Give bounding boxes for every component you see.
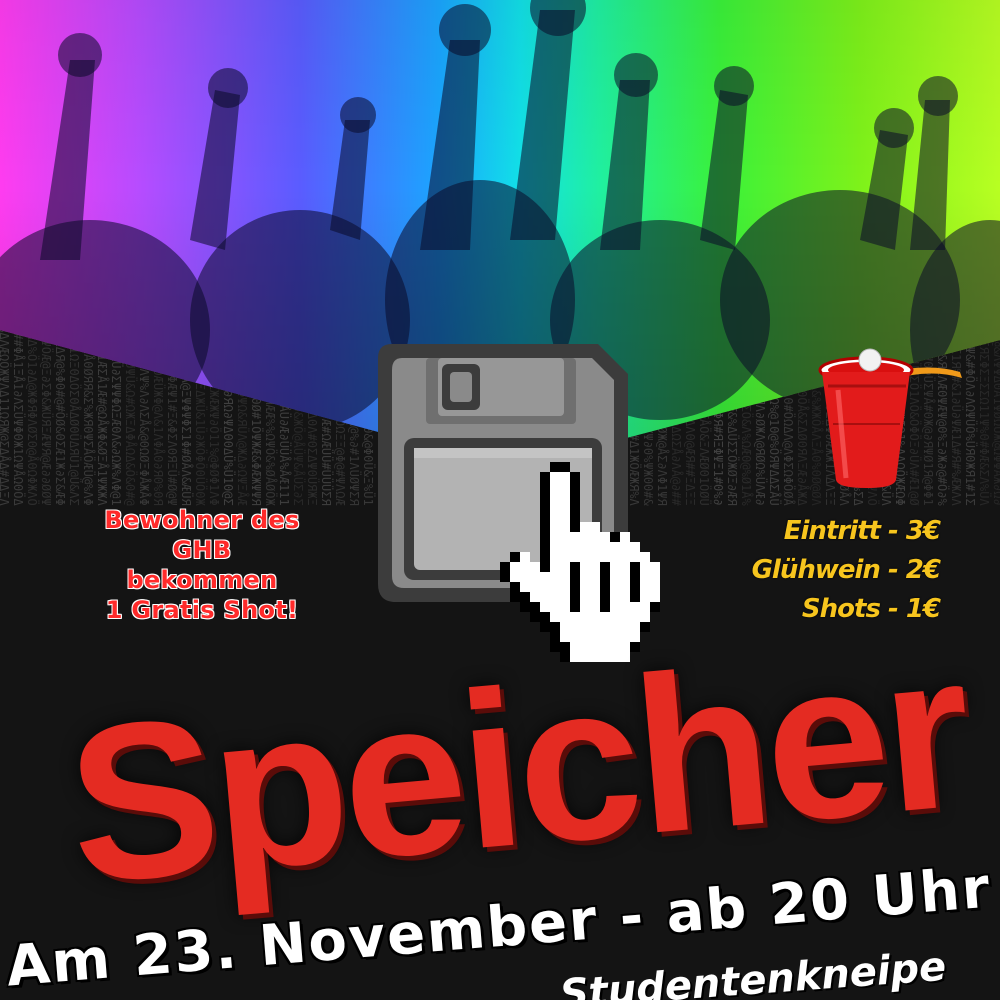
price-mulled-wine: Glühwein - 2€ bbox=[751, 555, 941, 585]
party-poster: ÅØΨΞΔÅ1%ÆΩΞÜЖ1ÅΛЯΦØÅΦ1&@ΨΔ@ΦΩØЯΞΦ@ΔΛØΣΦÜ… bbox=[0, 0, 1000, 1000]
resident-free-shot-note: Bewohner des GHB bekommen 1 Gratis Shot! bbox=[52, 505, 352, 625]
note-line: bekommen bbox=[126, 566, 278, 594]
note-line: 1 Gratis Shot! bbox=[105, 596, 299, 624]
note-line: Bewohner des bbox=[104, 506, 300, 534]
price-entry: Eintritt - 3€ bbox=[783, 516, 941, 546]
note-line: GHB bbox=[172, 536, 232, 564]
red-cup-icon bbox=[818, 348, 962, 488]
